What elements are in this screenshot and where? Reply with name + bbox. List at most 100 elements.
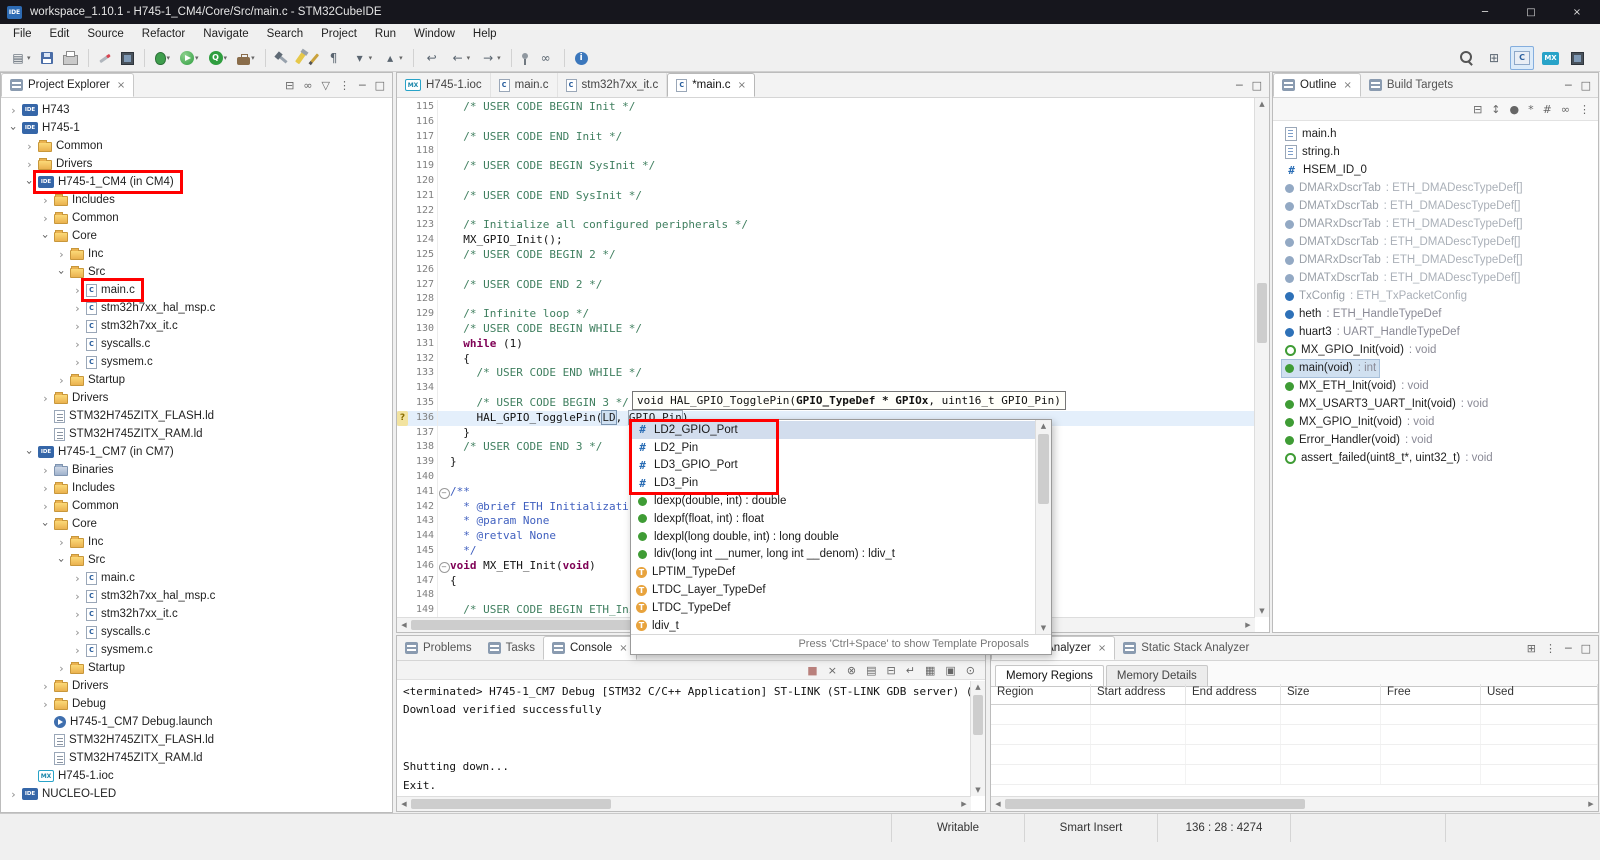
- code-line-115[interactable]: 115 /* USER CODE BEGIN Init */: [397, 100, 1255, 115]
- code-line-122[interactable]: 122: [397, 203, 1255, 219]
- twistie-icon[interactable]: ›: [39, 680, 52, 693]
- twistie-icon[interactable]: ›: [71, 338, 84, 351]
- twistie-icon[interactable]: ›: [39, 518, 52, 531]
- pin-editor-button[interactable]: [518, 46, 532, 70]
- memory-horizontal-scrollbar[interactable]: ◀ ▶: [991, 796, 1598, 811]
- twistie-icon[interactable]: ›: [23, 446, 36, 459]
- code-line-116[interactable]: 116: [397, 114, 1255, 130]
- outline-item-huart3[interactable]: huart3 : UART_HandleTypeDef: [1273, 323, 1598, 341]
- autocomplete-item-ldexp-double-int-double[interactable]: ldexp(double, int) : double: [631, 492, 1036, 510]
- code-line-129[interactable]: 129 /* Infinite loop */: [397, 307, 1255, 322]
- outline-item-dmarxdscrtab[interactable]: DMARxDscrTab : ETH_DMADescTypeDef[]: [1273, 251, 1598, 269]
- menu-help[interactable]: Help: [464, 24, 506, 45]
- outline-item-mx-gpio-init-void[interactable]: MX_GPIO_Init(void) : void: [1273, 413, 1598, 431]
- collapse-all-icon[interactable]: ⊟: [1473, 104, 1482, 115]
- scroll-down-icon[interactable]: ▼: [971, 784, 985, 796]
- code-line-132[interactable]: 132 {: [397, 351, 1255, 367]
- print-button[interactable]: [59, 46, 82, 70]
- column-header-region[interactable]: Region: [991, 684, 1091, 704]
- autocomplete-item-ldexpl-long-double-int-long-double[interactable]: ldexpl(long double, int) : long double: [631, 528, 1036, 546]
- console-vertical-scrollbar[interactable]: ▲ ▼: [970, 681, 985, 796]
- scroll-down-icon[interactable]: ▼: [1036, 622, 1051, 634]
- autocomplete-item-lptim-typedef[interactable]: LPTIM_TypeDef: [631, 563, 1036, 581]
- remove-all-launches-icon[interactable]: ⊗: [847, 665, 856, 676]
- twistie-icon[interactable]: ›: [39, 392, 52, 405]
- scroll-up-icon[interactable]: ▲: [1036, 420, 1051, 432]
- close-icon[interactable]: ×: [738, 80, 746, 91]
- outline-item-assert-failed-uint8-t-uint32-t[interactable]: assert_failed(uint8_t*, uint32_t) : void: [1273, 449, 1598, 467]
- cpp-perspective-button[interactable]: [1510, 46, 1534, 70]
- code-line-133[interactable]: 133 /* USER CODE END WHILE */: [397, 366, 1255, 382]
- close-icon[interactable]: ×: [1098, 643, 1106, 654]
- scroll-lock-icon[interactable]: ⊟: [887, 665, 896, 676]
- menu-window[interactable]: Window: [405, 24, 464, 45]
- minimize-icon[interactable]: ─: [1236, 80, 1243, 91]
- subtab-memory-regions[interactable]: Memory Regions: [995, 665, 1104, 686]
- close-icon[interactable]: ×: [1343, 80, 1351, 91]
- tree-item-stm32h745zitx-ram-ld[interactable]: STM32H745ZITX_RAM.ld: [1, 425, 392, 443]
- device-configuration-button[interactable]: [117, 46, 138, 70]
- dropdown-arrow-icon[interactable]: ▾: [195, 54, 199, 62]
- tree-item-inc[interactable]: › Inc: [1, 245, 392, 263]
- autocomplete-item-ltdc-layer-typedef[interactable]: LTDC_Layer_TypeDef: [631, 581, 1036, 599]
- twistie-icon[interactable]: ›: [7, 104, 20, 117]
- outline-item-dmatxdscrtab[interactable]: DMATxDscrTab : ETH_DMADescTypeDef[]: [1273, 269, 1598, 287]
- outline-item-heth[interactable]: heth : ETH_HandleTypeDef: [1273, 305, 1598, 323]
- minimize-icon[interactable]: ─: [1565, 643, 1572, 654]
- back-button[interactable]: ← ▾: [446, 46, 475, 70]
- tree-item-stm32h745zitx-flash-ld[interactable]: STM32H745ZITX_FLASH.ld: [1, 407, 392, 425]
- show-whitespace-button[interactable]: ¶: [322, 46, 346, 70]
- autocomplete-item-ld2-gpio-port[interactable]: LD2_GPIO_Port: [631, 421, 1036, 439]
- tree-item-startup[interactable]: › Startup: [1, 371, 392, 389]
- analyzer-tab-static-stack-analyzer[interactable]: Static Stack Analyzer: [1115, 636, 1257, 660]
- scrollbar-thumb[interactable]: [1038, 434, 1049, 504]
- tree-item-debug[interactable]: › Debug: [1, 695, 392, 713]
- tree-item-h743[interactable]: › H743: [1, 101, 392, 119]
- tree-item-syscalls-c[interactable]: › syscalls.c: [1, 623, 392, 641]
- twistie-icon[interactable]: ›: [71, 284, 84, 297]
- scroll-down-icon[interactable]: ▼: [1255, 605, 1269, 617]
- insert-mode-indicator[interactable]: Smart Insert: [1024, 814, 1157, 842]
- maximize-icon[interactable]: □: [375, 80, 385, 91]
- twistie-icon[interactable]: ›: [7, 788, 20, 801]
- maximize-icon[interactable]: □: [1581, 643, 1591, 654]
- twistie-icon[interactable]: ›: [39, 194, 52, 207]
- outline-item-error-handler-void[interactable]: Error_Handler(void) : void: [1273, 431, 1598, 449]
- twistie-icon[interactable]: ›: [55, 266, 68, 279]
- dropdown-arrow-icon[interactable]: ▾: [224, 54, 228, 62]
- tree-item-includes[interactable]: › Includes: [1, 479, 392, 497]
- column-header-end-address[interactable]: End address: [1186, 684, 1281, 704]
- next-annotation-button[interactable]: ▾ ▾: [348, 46, 377, 70]
- open-perspective-button[interactable]: ⊞: [1482, 46, 1506, 70]
- code-line-124[interactable]: 124 MX_GPIO_Init();: [397, 233, 1255, 248]
- tree-item-core[interactable]: › Core: [1, 515, 392, 533]
- tree-item-stm32h7xx-it-c[interactable]: › stm32h7xx_it.c: [1, 605, 392, 623]
- scrollbar-thumb[interactable]: [973, 695, 983, 735]
- tree-item-stm32h7xx-it-c[interactable]: › stm32h7xx_it.c: [1, 317, 392, 335]
- scroll-right-icon[interactable]: ▶: [1241, 619, 1255, 631]
- menu-file[interactable]: File: [4, 24, 41, 45]
- close-icon[interactable]: ×: [619, 643, 627, 654]
- column-header-used[interactable]: Used: [1481, 684, 1598, 704]
- dropdown-arrow-icon[interactable]: ▾: [27, 54, 31, 62]
- twistie-icon[interactable]: ›: [55, 536, 68, 549]
- autocomplete-item-ldexpf-float-int-float[interactable]: ldexpf(float, int) : float: [631, 510, 1036, 528]
- tree-item-core[interactable]: › Core: [1, 227, 392, 245]
- run-button[interactable]: ▾: [176, 46, 203, 70]
- code-line-130[interactable]: 130 /* USER CODE BEGIN WHILE */: [397, 321, 1255, 337]
- scroll-up-icon[interactable]: ▲: [971, 681, 985, 693]
- tree-item-common[interactable]: › Common: [1, 137, 392, 155]
- dropdown-arrow-icon[interactable]: ▾: [399, 54, 403, 62]
- tree-item-syscalls-c[interactable]: › syscalls.c: [1, 335, 392, 353]
- fold-collapse-icon[interactable]: −: [438, 561, 450, 573]
- hide-static-members-icon[interactable]: *: [1528, 104, 1534, 115]
- twistie-icon[interactable]: ›: [71, 644, 84, 657]
- mx-perspective-button[interactable]: [1538, 46, 1563, 70]
- link-with-editor-icon[interactable]: ∞: [1561, 104, 1570, 115]
- console-tab-tasks[interactable]: Tasks: [480, 636, 543, 660]
- previous-annotation-button[interactable]: ▴ ▾: [378, 46, 407, 70]
- code-line-127[interactable]: 127 /* USER CODE END 2 */: [397, 277, 1255, 293]
- project-explorer-tab[interactable]: Project Explorer ×: [1, 73, 135, 97]
- tree-item-h745-1-cm4-in-cm4[interactable]: › H745-1_CM4 (in CM4): [1, 173, 392, 191]
- tree-item-inc[interactable]: › Inc: [1, 533, 392, 551]
